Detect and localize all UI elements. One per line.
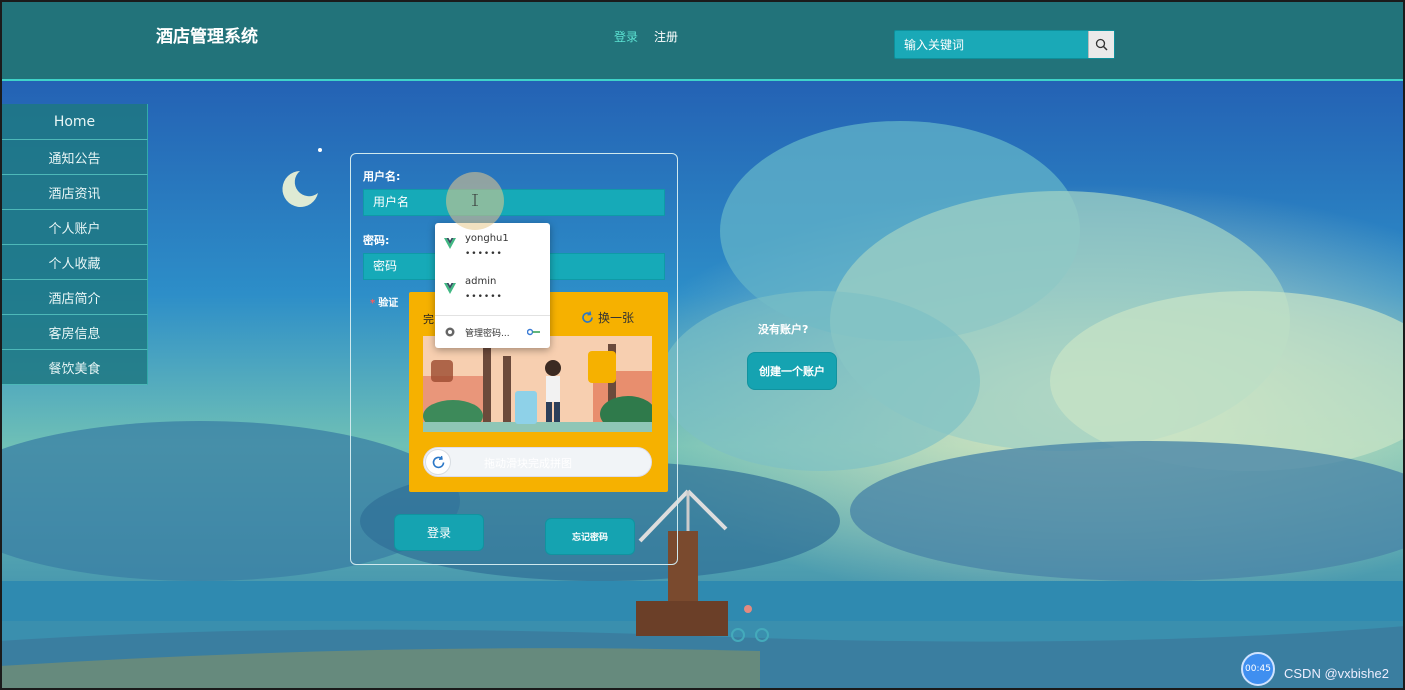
captcha-image (423, 336, 652, 432)
sidebar-menu: Home 通知公告 酒店资讯 个人账户 个人收藏 酒店简介 客房信息 餐饮美食 (2, 104, 148, 385)
browser-logo-icon (445, 327, 455, 337)
nav-register-link[interactable]: 注册 (654, 28, 678, 45)
sidebar-item-home[interactable]: Home (2, 104, 148, 140)
verify-label: * 验证 (370, 298, 399, 309)
search-button[interactable] (1088, 31, 1114, 58)
refresh-icon (582, 311, 593, 323)
autocomplete-username: admin (465, 276, 497, 287)
create-account-button[interactable]: 创建一个账户 (747, 352, 837, 390)
landscape-illustration (0, 81, 1405, 690)
username-input[interactable]: 用户名 (363, 189, 665, 216)
vue-logo-icon (444, 283, 456, 294)
vue-logo-icon (444, 238, 456, 249)
top-header: 酒店管理系统 登录 注册 (0, 0, 1405, 81)
autocomplete-entry[interactable]: admin •••••• (435, 266, 550, 306)
autocomplete-username: yonghu1 (465, 233, 509, 244)
autocomplete-password-mask: •••••• (465, 292, 503, 302)
captcha-refresh-button[interactable]: 换一张 (581, 309, 634, 326)
sidebar-item-favorites[interactable]: 个人收藏 (2, 245, 148, 280)
key-icon (527, 328, 540, 336)
manage-passwords-item[interactable]: 管理密码... (435, 315, 550, 349)
manage-passwords-label: 管理密码... (465, 329, 510, 339)
search-box (894, 30, 1115, 59)
text-cursor-icon (472, 194, 478, 206)
recording-timer: 00:45 (1241, 652, 1275, 686)
password-autocomplete-popup: yonghu1 •••••• admin •••••• 管理密码... (435, 223, 550, 348)
site-title: 酒店管理系统 (156, 27, 258, 47)
login-button[interactable]: 登录 (394, 514, 484, 551)
sidebar-item-account[interactable]: 个人账户 (2, 210, 148, 245)
sidebar-item-rooms[interactable]: 客房信息 (2, 315, 148, 350)
background-scene (0, 81, 1405, 690)
sidebar-item-dining[interactable]: 餐饮美食 (2, 350, 148, 385)
captcha-slider-handle[interactable] (425, 449, 451, 475)
password-label: 密码: (363, 234, 390, 247)
forgot-password-button[interactable]: 忘记密码 (545, 518, 635, 555)
no-account-prompt: 没有账户? (758, 323, 809, 336)
captcha-illustration (423, 336, 652, 432)
search-icon (1095, 38, 1108, 51)
username-label: 用户名: (363, 170, 401, 183)
autocomplete-password-mask: •••••• (465, 249, 503, 259)
captcha-refresh-label: 换一张 (597, 311, 634, 325)
sidebar-item-hotel-intro[interactable]: 酒店简介 (2, 280, 148, 315)
captcha-slider-hint: 拖动滑块完成拼图 (484, 457, 572, 470)
watermark-text: CSDN @vxbishe2 (1284, 666, 1389, 681)
captcha-title: 完 (423, 313, 434, 326)
autocomplete-entry[interactable]: yonghu1 •••••• (435, 223, 550, 263)
search-input[interactable] (895, 31, 1089, 58)
cursor-highlight (446, 172, 504, 230)
slider-refresh-icon (432, 455, 444, 468)
nav-login-link[interactable]: 登录 (614, 28, 638, 45)
sidebar-item-notices[interactable]: 通知公告 (2, 140, 148, 175)
sidebar-item-hotel-news[interactable]: 酒店资讯 (2, 175, 148, 210)
captcha-slider-track[interactable]: 拖动滑块完成拼图 (423, 447, 652, 477)
